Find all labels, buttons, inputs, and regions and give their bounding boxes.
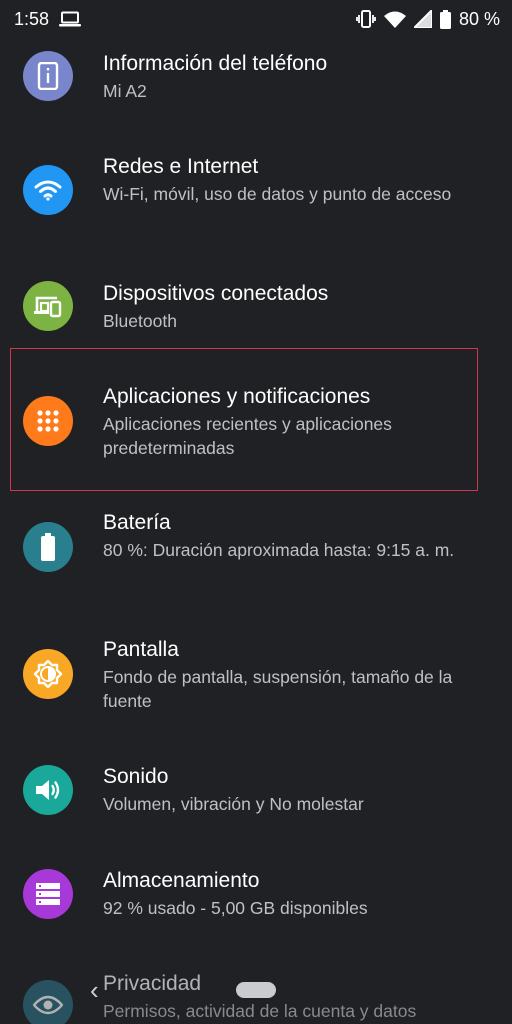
settings-item-display[interactable]: Pantalla Fondo de pantalla, suspensión, … [0, 636, 512, 726]
item-subtitle: Bluetooth [103, 311, 177, 331]
item-subtitle: 92 % usado - 5,00 GB disponibles [103, 898, 368, 918]
settings-item-battery[interactable]: Batería 80 %: Duración aproximada hasta:… [0, 509, 512, 599]
status-bar: 1:58 80 % [0, 0, 512, 38]
item-subtitle: Wi-Fi, móvil, uso de datos y punto de ac… [103, 184, 452, 204]
status-time: 1:58 [14, 8, 50, 29]
battery-icon [439, 9, 451, 29]
signal-icon [413, 10, 432, 28]
item-subtitle: 80 %: Duración aproximada hasta: 9:15 a.… [103, 540, 455, 560]
item-title: Información del teléfono [103, 52, 328, 75]
settings-item-storage[interactable]: Almacenamiento 92 % usado - 5,00 GB disp… [0, 867, 512, 933]
brightness-icon [23, 649, 73, 699]
home-pill-button[interactable] [236, 982, 276, 998]
laptop-icon [59, 11, 82, 27]
item-title: Sonido [103, 765, 169, 788]
storage-icon [23, 869, 73, 919]
battery-icon [23, 522, 73, 572]
vibrate-icon [356, 10, 376, 28]
item-subtitle: Fondo de pantalla, suspensión, tamaño de… [103, 667, 453, 711]
devices-icon [23, 281, 73, 331]
back-chevron-icon[interactable]: ‹ [90, 975, 99, 1006]
item-subtitle: Volumen, vibración y No molestar [103, 794, 364, 814]
volume-icon [23, 765, 73, 815]
highlight-box [10, 348, 478, 491]
item-title: Redes e Internet [103, 155, 259, 178]
item-title: Dispositivos conectados [103, 282, 329, 305]
item-title: Pantalla [103, 638, 179, 661]
phone-info-icon [23, 51, 73, 101]
battery-percent: 80 % [458, 8, 500, 29]
settings-item-connected-devices[interactable]: Dispositivos conectados Bluetooth [0, 280, 512, 346]
item-subtitle: Mi A2 [103, 81, 147, 101]
settings-item-network[interactable]: Redes e Internet Wi-Fi, móvil, uso de da… [0, 153, 512, 243]
settings-screen: 1:58 80 % Información del teléfono Mi A2… [0, 0, 512, 1024]
wifi-icon [383, 11, 406, 28]
item-title: Almacenamiento [103, 869, 260, 892]
wifi-icon [23, 165, 73, 215]
item-title: Batería [103, 511, 171, 534]
settings-item-phone-info[interactable]: Información del teléfono Mi A2 [0, 50, 512, 116]
settings-item-sound[interactable]: Sonido Volumen, vibración y No molestar [0, 763, 512, 829]
